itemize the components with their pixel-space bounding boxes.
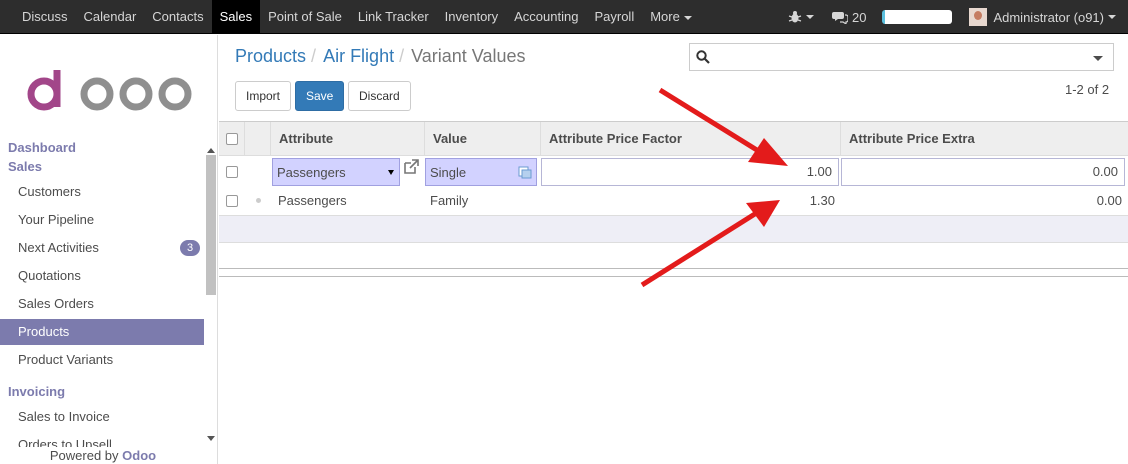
value-value: Single [430, 165, 467, 180]
activity-count-badge: 3 [180, 240, 200, 256]
menu-more[interactable]: More [642, 0, 700, 34]
select-all-checkbox[interactable] [226, 133, 238, 145]
sidebar-item-next-activities[interactable]: Next Activities 3 [0, 235, 204, 261]
sidebar-scrollbar[interactable] [206, 155, 216, 295]
sidebar-item-product-variants[interactable]: Product Variants [0, 347, 204, 373]
menu-calendar[interactable]: Calendar [76, 0, 145, 34]
sidebar-item-label: Sales Orders [18, 296, 94, 311]
table-row[interactable]: Passengers Single 1.00 0.00 [219, 157, 1128, 187]
sidebar-item-customers[interactable]: Customers [0, 179, 204, 205]
menu-discuss[interactable]: Discuss [14, 0, 76, 34]
powered-by-brand[interactable]: Odoo [122, 448, 156, 463]
top-navbar: Discuss Calendar Contacts Sales Point of… [0, 0, 1128, 34]
column-header-price-extra[interactable]: Attribute Price Extra [841, 122, 1128, 156]
column-header-attribute[interactable]: Attribute [271, 122, 425, 156]
header-select-all [219, 122, 245, 156]
breadcrumb-air-flight[interactable]: Air Flight [323, 46, 394, 67]
menu-inventory[interactable]: Inventory [437, 0, 506, 34]
table-row[interactable]: Passengers Family 1.30 0.00 [219, 187, 1128, 215]
search-options-toggle[interactable] [1093, 56, 1103, 61]
sidebar-section-sales: Sales [8, 159, 42, 174]
sidebar-item-label: Next Activities [18, 240, 99, 255]
menu-point-of-sale[interactable]: Point of Sale [260, 0, 350, 34]
menu-accounting[interactable]: Accounting [506, 0, 586, 34]
sidebar-section-invoicing: Invoicing [8, 384, 66, 399]
sidebar-item-quotations[interactable]: Quotations [0, 263, 204, 289]
chevron-down-icon [683, 15, 692, 20]
avatar [969, 8, 988, 26]
menu-payroll[interactable]: Payroll [586, 0, 642, 34]
sidebar-item-label: Sales to Invoice [18, 409, 110, 424]
scroll-up-arrow[interactable] [207, 148, 215, 153]
messages-count: 20 [851, 9, 867, 25]
row-checkbox[interactable] [226, 195, 238, 207]
menu-sales[interactable]: Sales [211, 0, 261, 34]
variant-values-table: Attribute Value Attribute Price Factor A… [219, 121, 1128, 277]
sidebar-item-label: Products [18, 324, 70, 339]
menu-link-tracker[interactable]: Link Tracker [350, 0, 437, 34]
row-value: Family [430, 193, 469, 208]
comments-icon [831, 12, 848, 24]
breadcrumb-separator: / [311, 46, 317, 66]
discard-button[interactable]: Discard [348, 81, 411, 111]
row-price-extra: 0.00 [1096, 193, 1122, 208]
column-header-price-factor[interactable]: Attribute Price Factor [541, 122, 841, 156]
menu-more-label: More [650, 9, 680, 24]
table-footer [219, 268, 1128, 277]
debug-menu[interactable] [788, 10, 814, 24]
import-button[interactable]: Import [235, 81, 292, 111]
sidebar-item-products[interactable]: Products [0, 319, 204, 345]
search-box[interactable] [689, 43, 1114, 71]
attribute-select[interactable]: Passengers [272, 158, 400, 186]
breadcrumb: Products / Air Flight / Variant Values [235, 46, 526, 67]
breadcrumb-products[interactable]: Products [235, 46, 306, 67]
search-icon [696, 50, 710, 64]
page-title: Variant Values [411, 46, 526, 66]
sidebar-item-your-pipeline[interactable]: Your Pipeline [0, 207, 204, 233]
empty-row [219, 215, 1128, 243]
row-handle-icon[interactable] [256, 198, 261, 203]
price-factor-input[interactable]: 1.00 [541, 158, 839, 186]
row-price-factor: 1.30 [809, 193, 835, 208]
sidebar-item-label: Your Pipeline [18, 212, 95, 227]
sidebar-item-sales-to-invoice[interactable]: Sales to Invoice [0, 404, 204, 430]
powered-by: Powered by Odoo [0, 447, 206, 464]
sidebar-item-sales-orders[interactable]: Sales Orders [0, 291, 204, 317]
sidebar-item-label: Customers [18, 184, 81, 199]
row-checkbox[interactable] [226, 166, 238, 178]
header-handle [245, 122, 271, 156]
bug-icon [788, 11, 802, 23]
systray: 20 Administrator (o91) [788, 0, 1128, 34]
row-attribute: Passengers [278, 193, 347, 208]
app-menu: Discuss Calendar Contacts Sales Point of… [14, 0, 700, 34]
attribute-value: Passengers [277, 165, 346, 180]
tags-icon [518, 166, 532, 179]
sidebar: Dashboard Sales Customers Your Pipeline … [0, 35, 218, 464]
sidebar-section-dashboard[interactable]: Dashboard [8, 140, 76, 155]
dropdown-arrow-icon [388, 170, 394, 175]
price-extra-input[interactable]: 0.00 [841, 158, 1125, 186]
powered-by-text: Powered by [49, 448, 119, 463]
pager-value[interactable]: 1-2 of 2 [1065, 82, 1109, 97]
odoo-logo [27, 70, 192, 111]
save-button[interactable]: Save [295, 81, 345, 111]
column-header-value[interactable]: Value [425, 122, 541, 156]
scroll-down-arrow[interactable] [207, 436, 215, 441]
user-name: Administrator (o91) [993, 9, 1104, 25]
sidebar-item-label: Product Variants [18, 352, 114, 367]
menu-contacts[interactable]: Contacts [144, 0, 211, 34]
breadcrumb-separator: / [399, 46, 405, 66]
user-menu[interactable]: Administrator (o91) [969, 8, 1116, 26]
external-link-icon[interactable] [403, 159, 419, 175]
chevron-down-icon [805, 15, 814, 19]
value-select[interactable]: Single [425, 158, 537, 186]
progress-bar [882, 10, 953, 24]
messages-menu[interactable]: 20 [831, 9, 867, 25]
chevron-down-icon [1108, 15, 1116, 19]
sidebar-item-label: Quotations [18, 268, 81, 283]
